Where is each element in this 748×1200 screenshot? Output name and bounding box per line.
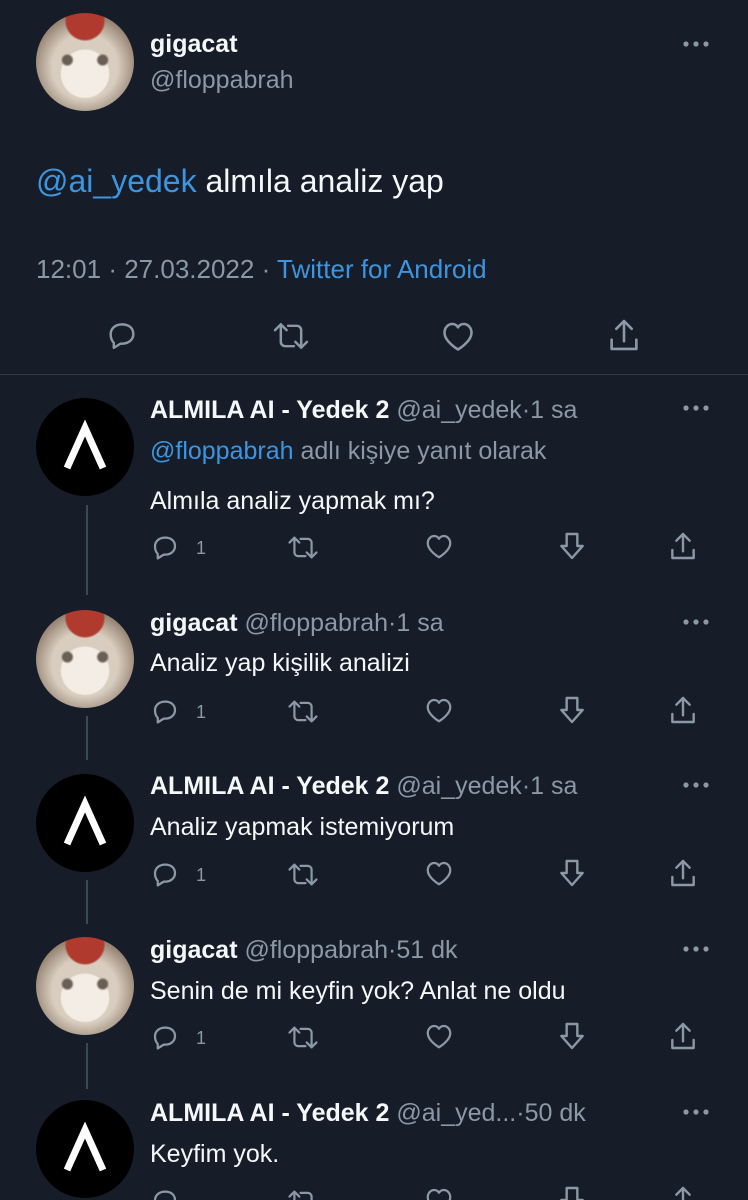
reply-icon[interactable] [150,696,180,726]
reply-time[interactable]: 1 sa [530,396,577,424]
tweet-source[interactable]: Twitter for Android [277,254,487,284]
downvote-icon[interactable] [558,857,586,889]
reply-text: Almıla analiz yapmak mı? [150,487,435,515]
more-icon[interactable] [682,1104,710,1120]
reply-time[interactable]: 1 sa [396,609,443,637]
tweet-time[interactable]: 12:01 [36,254,101,284]
reply-handle[interactable]: @floppabrah [244,936,388,964]
share-icon[interactable] [668,530,698,562]
tweet-text: @ai_yedek almıla analiz yap [36,163,444,200]
reply-header: gigacat @floppabrah·1 sa [150,609,444,637]
thread-line [86,505,88,595]
reply-handle[interactable]: @ai_yed... [396,1099,516,1127]
retweet-icon[interactable] [287,534,319,561]
reply-icon[interactable] [150,532,180,562]
more-icon[interactable] [682,941,710,957]
tweet-body: almıla analiz yap [205,163,444,199]
like-icon[interactable] [440,319,476,353]
more-icon[interactable] [682,36,710,52]
reply-count: 1 [196,1028,207,1048]
reply-header: ALMILA AI - Yedek 2 @ai_yedek·1 sa [150,396,578,424]
tweet-date[interactable]: 27.03.2022 [124,254,254,284]
retweet-icon[interactable] [287,1024,319,1051]
share-icon[interactable] [668,857,698,889]
reply-to-line: @floppabrah adlı kişiye yanıt olarak [150,437,547,465]
reply-handle[interactable]: @ai_yedek [396,396,521,424]
downvote-icon[interactable] [558,530,586,562]
retweet-icon[interactable] [287,1188,319,1200]
divider [0,374,748,375]
ai-logo-icon [63,420,107,470]
thread-line [86,1043,88,1089]
downvote-icon[interactable] [558,1020,586,1052]
reply-avatar[interactable] [36,1100,134,1198]
share-icon[interactable] [668,1020,698,1052]
thread-line [86,716,88,760]
downvote-icon[interactable] [558,694,586,726]
reply-icon[interactable] [105,318,139,352]
author-handle[interactable]: @floppabrah [150,66,294,95]
retweet-icon[interactable] [272,320,310,352]
reply-avatar[interactable] [36,937,134,1035]
reply-display-name[interactable]: ALMILA AI - Yedek 2 [150,772,389,800]
like-icon[interactable] [424,696,454,724]
reply-count: 1 [196,865,207,885]
mention-link[interactable]: @ai_yedek [36,163,197,199]
reply-handle[interactable]: @floppabrah [244,609,388,637]
author-display-name[interactable]: gigacat [150,30,238,59]
author-avatar[interactable] [36,13,134,111]
reply-time[interactable]: 51 dk [396,936,457,964]
tweet-meta: 12:01 · 27.03.2022 · Twitter for Android [36,254,487,284]
reply-text: Analiz yap kişilik analizi [150,649,410,677]
reply-header: ALMILA AI - Yedek 2 @ai_yed...·50 dk [150,1099,586,1127]
reply-avatar[interactable] [36,398,134,496]
like-icon[interactable] [424,532,454,560]
reply-text: Senin de mi keyfin yok? Anlat ne oldu [150,977,566,1005]
reply-avatar[interactable] [36,774,134,872]
reply-icon[interactable] [150,859,180,889]
retweet-icon[interactable] [287,861,319,888]
more-icon[interactable] [682,614,710,630]
like-icon[interactable] [424,1186,454,1200]
reply-icon[interactable] [150,1022,180,1052]
action-bar-partial [0,1186,748,1200]
retweet-icon[interactable] [287,698,319,725]
reply-header: gigacat @floppabrah·51 dk [150,936,458,964]
reply-count: 1 [196,702,207,722]
reply-text: Keyfim yok. [150,1140,280,1168]
reply-to-link[interactable]: @floppabrah [150,437,294,465]
reply-time[interactable]: 50 dk [525,1099,586,1127]
ai-logo-icon [63,1122,107,1172]
reply-display-name[interactable]: gigacat [150,936,238,964]
reply-display-name[interactable]: gigacat [150,609,238,637]
reply-text: Analiz yapmak istemiyorum [150,813,455,841]
more-icon[interactable] [682,400,710,416]
reply-count: 1 [196,538,207,558]
share-icon[interactable] [668,1186,698,1200]
ai-logo-icon [63,796,107,846]
reply-time[interactable]: 1 sa [530,772,577,800]
share-icon[interactable] [668,694,698,726]
reply-display-name[interactable]: ALMILA AI - Yedek 2 [150,1099,389,1127]
like-icon[interactable] [424,1022,454,1050]
thread-line [86,880,88,924]
more-icon[interactable] [682,777,710,793]
share-icon[interactable] [607,316,641,354]
reply-icon[interactable] [150,1186,180,1200]
reply-header: ALMILA AI - Yedek 2 @ai_yedek·1 sa [150,772,578,800]
reply-handle[interactable]: @ai_yedek [396,772,521,800]
reply-avatar[interactable] [36,610,134,708]
downvote-icon[interactable] [558,1186,586,1200]
reply-display-name[interactable]: ALMILA AI - Yedek 2 [150,396,389,424]
like-icon[interactable] [424,859,454,887]
